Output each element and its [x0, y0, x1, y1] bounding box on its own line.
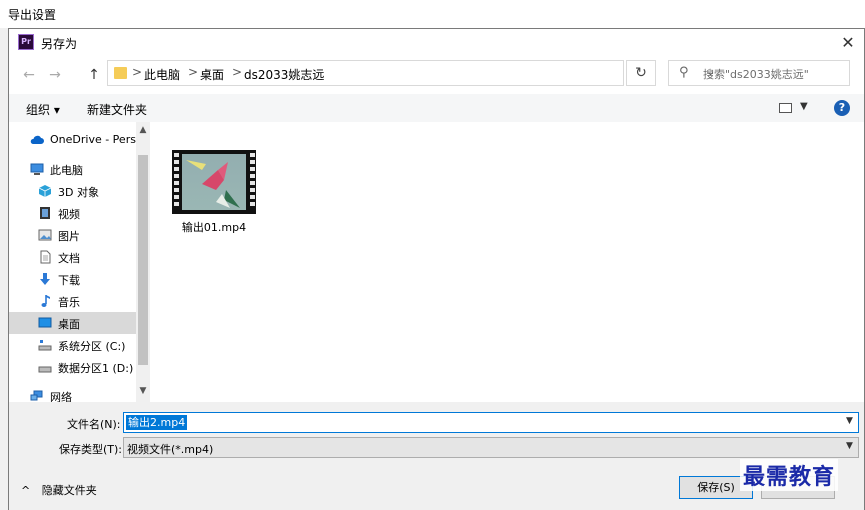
system-drive-icon	[38, 340, 52, 351]
address-bar[interactable]: > 此电脑 > 桌面 > ds2033姚志远 ⌄	[107, 60, 715, 86]
nav-item-onedrive[interactable]: OneDrive - Pers	[9, 129, 136, 151]
chevron-up-icon[interactable]: ▲	[136, 125, 150, 135]
picture-icon	[38, 229, 52, 241]
background-title: 导出设置	[8, 8, 57, 22]
folder-icon	[114, 67, 127, 79]
nav-item-drive-c[interactable]: 系统分区 (C:)	[9, 334, 136, 356]
search-input[interactable]: 搜索"ds2033姚志远"	[703, 66, 809, 82]
close-icon[interactable]: ✕	[835, 31, 861, 55]
help-icon[interactable]: ?	[834, 100, 850, 116]
breadcrumb-separator: >	[132, 65, 143, 79]
music-icon	[41, 295, 50, 307]
nav-item-videos[interactable]: 视频	[9, 202, 136, 224]
nav-label: 此电脑	[50, 164, 83, 177]
search-icon: ⚲	[679, 65, 689, 80]
save-as-dialog: Pr 另存为 ✕ ← → ↑ > 此电脑 > 桌面 > ds2033姚志远 ⌄ …	[8, 28, 865, 510]
hide-folders-toggle[interactable]: ^ 隐藏文件夹	[21, 482, 97, 498]
chevron-down-icon[interactable]: ▼	[846, 416, 853, 426]
navigation-pane: OneDrive - Pers 此电脑 3D 对象 视频 图片 文档 下载 音乐…	[9, 122, 136, 402]
breadcrumb-current-folder[interactable]: ds2033姚志远	[244, 66, 324, 83]
dialog-titlebar: Pr 另存为 ✕	[9, 29, 864, 57]
paper-crane-image	[186, 160, 240, 208]
forward-arrow-icon[interactable]: →	[45, 66, 65, 84]
chevron-up-icon: ^	[21, 484, 31, 497]
nav-label: 音乐	[58, 296, 80, 309]
network-icon	[30, 390, 43, 401]
premiere-app-icon: Pr	[18, 34, 34, 50]
nav-label: 系统分区 (C:)	[58, 340, 126, 353]
toolbar: 组织 ▾ 新建文件夹 ▼ ?	[9, 94, 864, 122]
organize-button[interactable]: 组织 ▾	[26, 101, 60, 118]
desktop-icon	[38, 317, 52, 328]
video-frame	[182, 154, 246, 210]
breadcrumb-this-pc[interactable]: 此电脑	[144, 66, 180, 83]
filename-input-text[interactable]: 输出2.mp4	[126, 415, 188, 430]
nav-item-music[interactable]: 音乐	[9, 290, 136, 312]
nav-item-network[interactable]: 网络	[9, 385, 136, 402]
computer-icon	[30, 163, 44, 175]
cube-icon	[38, 185, 52, 197]
nav-item-desktop[interactable]: 桌面	[9, 312, 136, 334]
scrollbar-thumb[interactable]	[138, 155, 148, 365]
refresh-icon[interactable]: ↻	[626, 60, 656, 86]
nav-label: 网络	[50, 391, 72, 402]
back-arrow-icon[interactable]: ←	[19, 66, 39, 84]
video-icon	[40, 207, 50, 219]
navigation-bar: ← → ↑ > 此电脑 > 桌面 > ds2033姚志远 ⌄ ↻ ⚲ 搜索"ds…	[9, 57, 864, 91]
watermark-logo: 最需教育	[740, 459, 839, 491]
cloud-icon	[30, 135, 44, 144]
film-perforation	[248, 150, 256, 214]
breadcrumb-separator: >	[232, 65, 243, 79]
filename-field[interactable]: 输出2.mp4 ▼	[123, 412, 859, 433]
drive-icon	[38, 366, 52, 373]
background-titlebar: 导出设置	[0, 0, 865, 28]
nav-item-drive-d[interactable]: 数据分区1 (D:)	[9, 356, 136, 378]
file-list-area: 输出01.mp4	[150, 122, 864, 402]
nav-pane-scrollbar[interactable]: ▲ ▼	[136, 122, 150, 402]
hide-folders-label: 隐藏文件夹	[41, 484, 97, 497]
nav-label: 图片	[58, 230, 80, 243]
filetype-select[interactable]: 视频文件(*.mp4) ▼	[123, 437, 859, 458]
nav-label: 3D 对象	[58, 186, 99, 199]
document-icon	[40, 250, 51, 264]
download-icon	[40, 273, 50, 285]
filetype-label: 保存类型(T):	[59, 443, 123, 456]
dialog-title: 另存为	[41, 37, 78, 51]
nav-label: 下载	[58, 274, 80, 287]
chevron-down-icon[interactable]: ▼	[846, 441, 853, 451]
nav-label: OneDrive - Pers	[50, 133, 136, 146]
file-name: 输出01.mp4	[181, 221, 247, 234]
save-form: 文件名(N): 输出2.mp4 ▼ 保存类型(T): 视频文件(*.mp4) ▼…	[9, 402, 864, 510]
nav-item-3d-objects[interactable]: 3D 对象	[9, 180, 136, 202]
nav-item-documents[interactable]: 文档	[9, 246, 136, 268]
filetype-value: 视频文件(*.mp4)	[127, 443, 214, 456]
nav-label: 文档	[58, 252, 80, 265]
nav-item-downloads[interactable]: 下载	[9, 268, 136, 290]
film-perforation	[172, 150, 180, 214]
chevron-down-icon[interactable]: ▼	[136, 386, 150, 396]
new-folder-button[interactable]: 新建文件夹	[87, 101, 147, 118]
nav-label: 桌面	[58, 318, 80, 331]
view-mode-icon[interactable]	[779, 103, 792, 113]
up-arrow-icon[interactable]: ↑	[84, 66, 104, 84]
nav-item-pictures[interactable]: 图片	[9, 224, 136, 246]
nav-label: 视频	[58, 208, 80, 221]
breadcrumb-desktop[interactable]: 桌面	[200, 66, 224, 83]
breadcrumb-separator: >	[188, 65, 199, 79]
view-dropdown-icon[interactable]: ▼	[800, 101, 808, 112]
video-thumbnail-icon	[172, 150, 256, 214]
filename-label: 文件名(N):	[67, 418, 121, 431]
nav-label: 数据分区1 (D:)	[58, 362, 134, 375]
nav-item-this-pc[interactable]: 此电脑	[9, 158, 136, 180]
search-box[interactable]: ⚲ 搜索"ds2033姚志远"	[668, 60, 850, 86]
